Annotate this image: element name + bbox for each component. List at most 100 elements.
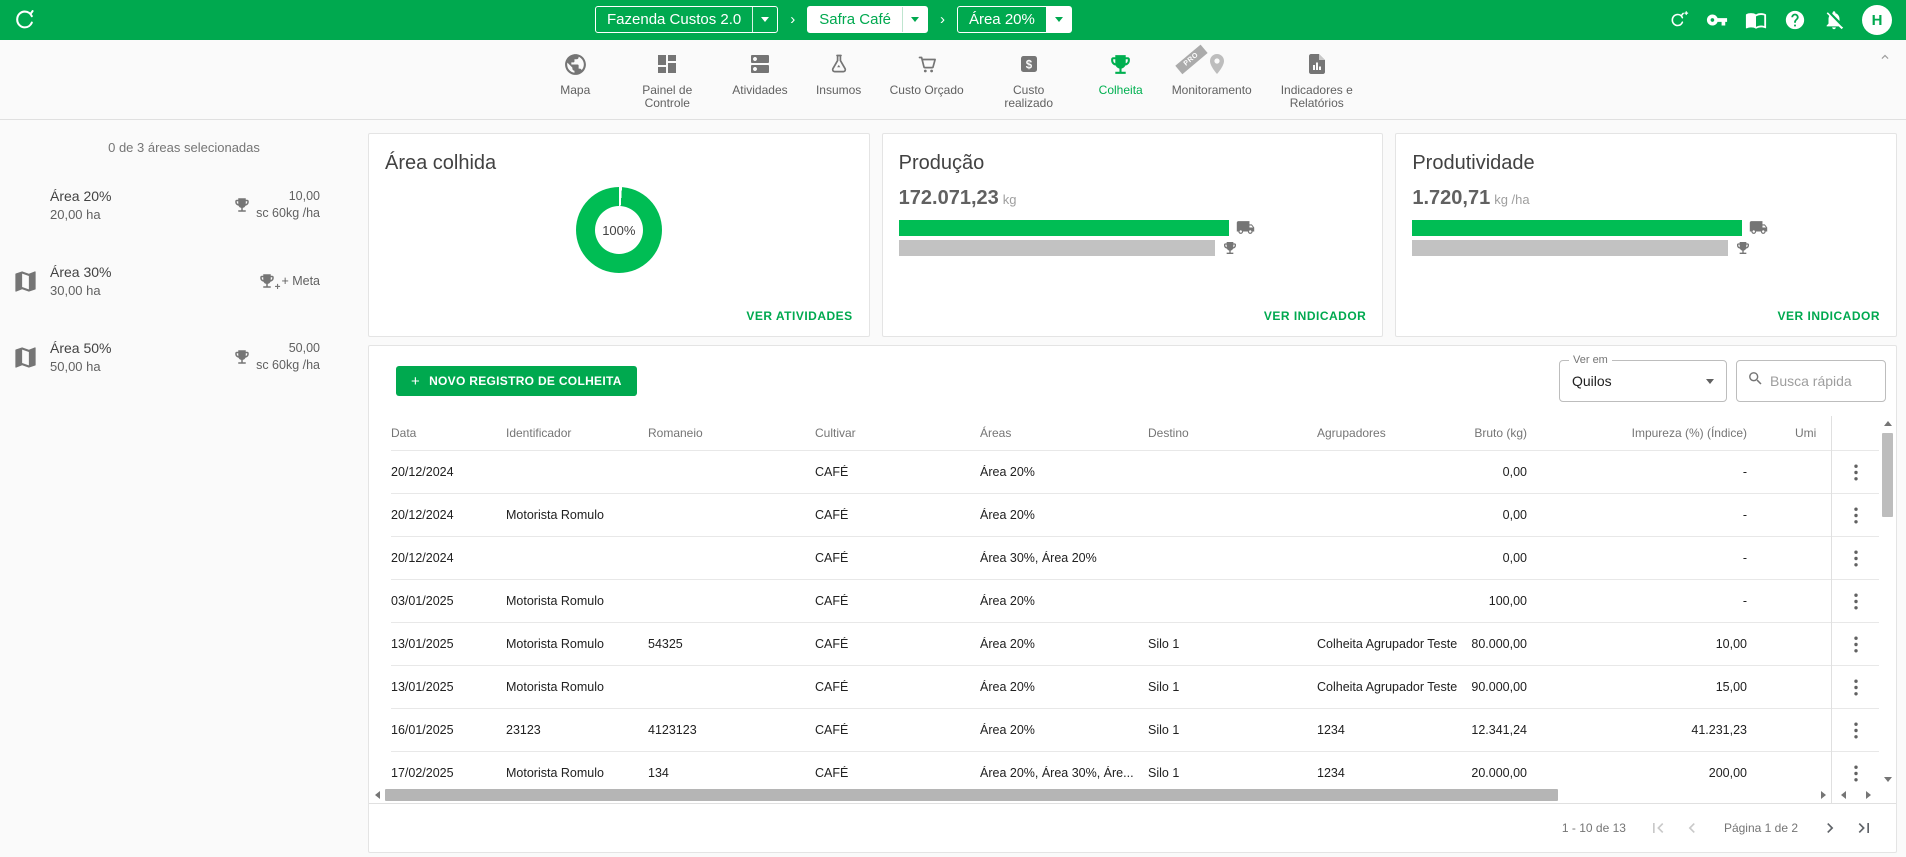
column-header-romaneio: Romaneio xyxy=(648,426,815,440)
row-menu-kebab-icon[interactable] xyxy=(1850,503,1862,528)
user-avatar[interactable]: H xyxy=(1862,5,1892,35)
farm-selector[interactable]: Fazenda Custos 2.0 xyxy=(595,6,778,33)
table-row[interactable]: 20/12/2024 CAFÉ Área 20% 0,00 - xyxy=(391,450,1831,493)
summary-cards: Área colhida 100% VER ATIVIDADES Produçã… xyxy=(368,133,1897,337)
new-harvest-record-button[interactable]: + NOVO REGISTRO DE COLHEITA xyxy=(396,366,637,396)
nav-item-mapa[interactable]: Mapa xyxy=(543,52,607,110)
row-menu-kebab-icon[interactable] xyxy=(1850,761,1862,786)
area-list-item[interactable]: Área 20% 20,00 ha 10,00 sc 60kg /ha xyxy=(12,179,320,231)
help-icon[interactable] xyxy=(1784,9,1806,31)
nav-item-custo-realizado[interactable]: $ Custo realizado xyxy=(983,52,1075,110)
search-input[interactable] xyxy=(1770,373,1875,389)
row-actions-column xyxy=(1831,416,1879,787)
first-page-button[interactable] xyxy=(1648,818,1668,838)
key-icon[interactable] xyxy=(1706,9,1728,31)
module-navbar: Mapa Painel de Controle Atividades Insum… xyxy=(0,40,1906,120)
topbar: Fazenda Custos 2.0 › Safra Café › Área 2… xyxy=(0,0,1906,40)
cell-bruto: 0,00 xyxy=(1463,508,1527,522)
table-pagination: 1 - 10 de 13 Página 1 de 2 xyxy=(369,803,1896,852)
notifications-off-icon[interactable] xyxy=(1823,9,1845,31)
scroll-left-arrow[interactable] xyxy=(1835,787,1851,803)
cell-bruto: 12.341,24 xyxy=(1463,723,1527,737)
scroll-up-arrow[interactable] xyxy=(1879,416,1896,431)
card-area-colhida: Área colhida 100% VER ATIVIDADES xyxy=(368,133,870,337)
cell-bruto: 20.000,00 xyxy=(1463,766,1527,780)
cell-identificador: 23123 xyxy=(506,723,648,737)
table-row[interactable]: 03/01/2025 Motorista Romulo CAFÉ Área 20… xyxy=(391,579,1831,622)
cell-cultivar: CAFÉ xyxy=(815,680,980,694)
next-page-button[interactable] xyxy=(1820,818,1840,838)
scroll-right-arrow[interactable] xyxy=(1860,787,1876,803)
ver-indicador-link[interactable]: VER INDICADOR xyxy=(1264,309,1367,323)
collapse-navbar-chevron-up-icon[interactable] xyxy=(1878,50,1892,69)
production-value: 172.071,23kg xyxy=(883,175,1383,210)
horizontal-scrollbar-thumb[interactable] xyxy=(385,789,1558,801)
area-list-item[interactable]: Área 50% 50,00 ha 50,00 sc 60kg /ha xyxy=(12,331,320,383)
last-page-button[interactable] xyxy=(1854,818,1874,838)
map-icon xyxy=(12,268,48,295)
cell-impureza: 15,00 xyxy=(1527,680,1747,694)
cell-data: 20/12/2024 xyxy=(391,465,506,479)
cell-impureza: - xyxy=(1527,551,1747,565)
cell-identificador: Motorista Romulo xyxy=(506,508,648,522)
row-menu-kebab-icon[interactable] xyxy=(1850,589,1862,614)
ver-indicador-link[interactable]: VER INDICADOR xyxy=(1778,309,1881,323)
book-icon[interactable] xyxy=(1745,9,1767,31)
nav-item-monitoramento[interactable]: PRO Monitoramento xyxy=(1167,52,1257,110)
nav-item-custo-orcado[interactable]: Custo Orçado xyxy=(885,52,969,110)
nav-item-insumos[interactable]: Insumos xyxy=(807,52,871,110)
view-in-label: Ver em xyxy=(1569,354,1612,366)
farm-selector-label: Fazenda Custos 2.0 xyxy=(596,7,752,32)
chevron-down-icon xyxy=(1046,7,1071,32)
topbar-actions: H xyxy=(1667,5,1906,35)
chevron-down-icon xyxy=(902,7,927,32)
previous-page-button[interactable] xyxy=(1682,818,1702,838)
table-row[interactable]: 16/01/2025 23123 4123123 CAFÉ Área 20% S… xyxy=(391,708,1831,751)
column-header-umidade: Umi xyxy=(1747,426,1831,440)
column-header-areas: Áreas xyxy=(980,426,1148,440)
area-goal-value: + Meta xyxy=(281,273,320,290)
table-row[interactable]: 20/12/2024 Motorista Romulo CAFÉ Área 20… xyxy=(391,493,1831,536)
row-menu-kebab-icon[interactable] xyxy=(1850,632,1862,657)
pagination-page-label: Página 1 de 2 xyxy=(1724,821,1798,835)
column-header-cultivar: Cultivar xyxy=(815,426,980,440)
aegro-plus-icon[interactable] xyxy=(1667,9,1689,31)
column-header-bruto: Bruto (kg) xyxy=(1463,426,1527,440)
table-row[interactable]: 17/02/2025 Motorista Romulo 134 CAFÉ Áre… xyxy=(391,751,1831,787)
season-selector[interactable]: Safra Café xyxy=(807,6,928,33)
table-row[interactable]: 13/01/2025 Motorista Romulo CAFÉ Área 20… xyxy=(391,665,1831,708)
row-menu-kebab-icon[interactable] xyxy=(1850,546,1862,571)
cell-bruto: 100,00 xyxy=(1463,594,1527,608)
scroll-left-arrow[interactable] xyxy=(369,787,385,803)
cell-areas: Área 30%, Área 20% xyxy=(980,551,1148,565)
cell-destino: Silo 1 xyxy=(1148,766,1317,780)
areas-selected-counter: 0 de 3 áreas selecionadas xyxy=(0,140,368,155)
plus-icon: + xyxy=(411,373,420,390)
harvest-table: Data Identificador Romaneio Cultivar Áre… xyxy=(369,416,1896,787)
nav-item-colheita[interactable]: Colheita xyxy=(1089,52,1153,110)
ver-atividades-link[interactable]: VER ATIVIDADES xyxy=(746,309,852,323)
cell-identificador: Motorista Romulo xyxy=(506,680,648,694)
row-menu-kebab-icon[interactable] xyxy=(1850,675,1862,700)
chevron-down-icon xyxy=(752,7,777,32)
row-menu-kebab-icon[interactable] xyxy=(1850,718,1862,743)
table-row[interactable]: 20/12/2024 CAFÉ Área 30%, Área 20% 0,00 … xyxy=(391,536,1831,579)
area-selector[interactable]: Área 20% xyxy=(957,6,1072,33)
trophy-icon xyxy=(1735,240,1751,256)
area-list-item[interactable]: Área 30% 30,00 ha + Meta xyxy=(12,255,320,307)
cell-identificador: Motorista Romulo xyxy=(506,594,648,608)
nav-item-atividades[interactable]: Atividades xyxy=(727,52,792,110)
row-menu-kebab-icon[interactable] xyxy=(1850,460,1862,485)
nav-item-indicadores-relatorios[interactable]: Indicadores e Relatórios xyxy=(1271,52,1363,110)
cell-bruto: 90.000,00 xyxy=(1463,680,1527,694)
area-name: Área 30% xyxy=(50,264,258,280)
area-goal: 10,00 sc 60kg /ha xyxy=(233,188,320,222)
add-goal-button[interactable]: + Meta xyxy=(258,272,320,290)
breadcrumb-separator: › xyxy=(790,11,795,28)
scroll-down-arrow[interactable] xyxy=(1879,772,1896,787)
vertical-scrollbar-thumb[interactable] xyxy=(1882,433,1893,517)
view-in-select[interactable]: Ver em Quilos xyxy=(1559,360,1727,402)
nav-item-painel-de-controle[interactable]: Painel de Controle xyxy=(621,52,713,110)
table-row[interactable]: 13/01/2025 Motorista Romulo 54325 CAFÉ Á… xyxy=(391,622,1831,665)
scroll-right-arrow[interactable] xyxy=(1815,787,1831,803)
